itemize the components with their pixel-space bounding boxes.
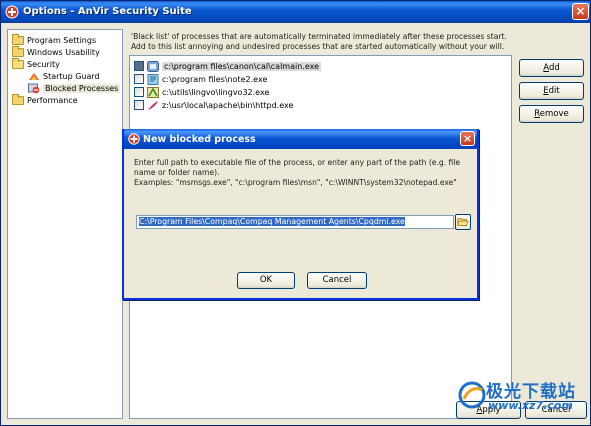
- tree-item-label: Program Settings: [27, 35, 97, 45]
- tree-item-program-settings[interactable]: Program Settings: [12, 33, 97, 46]
- list-item[interactable]: z:\usr\local\apache\bin\httpd.exe: [134, 99, 293, 111]
- list-item[interactable]: c:\program files\note2.exe: [134, 73, 267, 85]
- tree-item-label: Security: [27, 59, 60, 69]
- window-close-button[interactable]: ×: [572, 3, 589, 20]
- blocked-processes-description: 'Black list' of processes that are autom…: [131, 32, 581, 52]
- process-checkbox[interactable]: [134, 100, 144, 110]
- process-path: c:\utils\lingvo\lingvo32.exe: [162, 87, 270, 97]
- tree-item-performance[interactable]: Performance: [12, 93, 78, 106]
- process-checkbox[interactable]: [134, 61, 144, 71]
- folder-open-icon: [12, 57, 24, 69]
- folder-icon: [12, 33, 24, 45]
- tree-item-label: Startup Guard: [43, 71, 100, 81]
- tree-item-label: Performance: [27, 95, 78, 105]
- dialog-title: New blocked process: [143, 134, 256, 145]
- watermark-url: www.xz7.com: [488, 399, 573, 412]
- new-blocked-process-dialog: New blocked process × Enter full path to…: [122, 129, 479, 300]
- watermark-logo-icon: [458, 381, 486, 409]
- description-line: 'Black list' of processes that are autom…: [131, 32, 507, 41]
- add-button[interactable]: Add: [519, 59, 584, 77]
- tree-item-windows-usability[interactable]: Windows Usability: [12, 45, 100, 58]
- dialog-cancel-button[interactable]: Cancel: [307, 272, 367, 289]
- note-app-icon: [147, 73, 159, 85]
- tree-item-security[interactable]: Security: [12, 57, 60, 70]
- dialog-close-button[interactable]: ×: [460, 131, 475, 146]
- anvir-shield-icon: [5, 5, 19, 19]
- description-line: Add to this list annoying and undesired …: [131, 42, 505, 51]
- calmain-app-icon: [147, 60, 159, 72]
- dialog-instructions: Enter full path to executable file of th…: [134, 158, 468, 188]
- process-path-value: C:\Program Files\Compaq\Compaq Managemen…: [139, 217, 405, 226]
- process-path: c:\program files\note2.exe: [162, 74, 268, 84]
- dialog-instruction-text: Enter full path to executable file of th…: [134, 158, 461, 177]
- process-checkbox[interactable]: [134, 87, 144, 97]
- window-titlebar[interactable]: Options - AnVir Security Suite ×: [1, 1, 590, 23]
- list-item[interactable]: c:\utils\lingvo\lingvo32.exe: [134, 86, 269, 98]
- dialog-examples-text: Examples: "msmsgs.exe", "c:\program file…: [134, 178, 457, 187]
- lingvo-app-icon: [147, 86, 159, 98]
- process-path: z:\usr\local\apache\bin\httpd.exe: [162, 100, 294, 110]
- window-title: Options - AnVir Security Suite: [23, 6, 192, 17]
- settings-tree[interactable]: Program Settings Windows Usability Secur…: [7, 29, 123, 419]
- anvir-shield-icon: [128, 133, 140, 145]
- remove-button-label: emove: [539, 109, 569, 119]
- edit-button-label: dit: [548, 86, 560, 96]
- open-folder-icon: [457, 218, 469, 226]
- process-path: c:\program files\canon\cal\calmain.exe: [162, 61, 322, 71]
- edit-button[interactable]: Edit: [519, 82, 584, 100]
- tree-item-label: Windows Usability: [27, 47, 100, 57]
- list-item[interactable]: c:\program files\canon\cal\calmain.exe: [134, 60, 322, 72]
- process-checkbox[interactable]: [134, 74, 144, 84]
- tree-item-startup-guard[interactable]: Startup Guard: [28, 70, 100, 82]
- tree-item-blocked-processes[interactable]: Blocked Processes: [28, 82, 121, 94]
- options-window: Options - AnVir Security Suite × Program…: [0, 0, 591, 426]
- process-path-input[interactable]: C:\Program Files\Compaq\Compaq Managemen…: [136, 215, 454, 229]
- dialog-ok-button[interactable]: OK: [237, 272, 295, 289]
- blocked-processes-icon: [28, 83, 40, 93]
- folder-icon: [12, 93, 24, 105]
- folder-icon: [12, 45, 24, 57]
- browse-button[interactable]: [455, 214, 471, 230]
- remove-button[interactable]: Remove: [519, 105, 584, 123]
- tree-item-label: Blocked Processes: [43, 83, 121, 93]
- apache-feather-icon: [148, 100, 158, 110]
- startup-guard-icon: [29, 72, 39, 80]
- add-button-label: dd: [548, 63, 560, 73]
- dialog-titlebar[interactable]: New blocked process ×: [124, 129, 477, 149]
- watermark: 极光下载站 www.xz7.com: [456, 375, 586, 421]
